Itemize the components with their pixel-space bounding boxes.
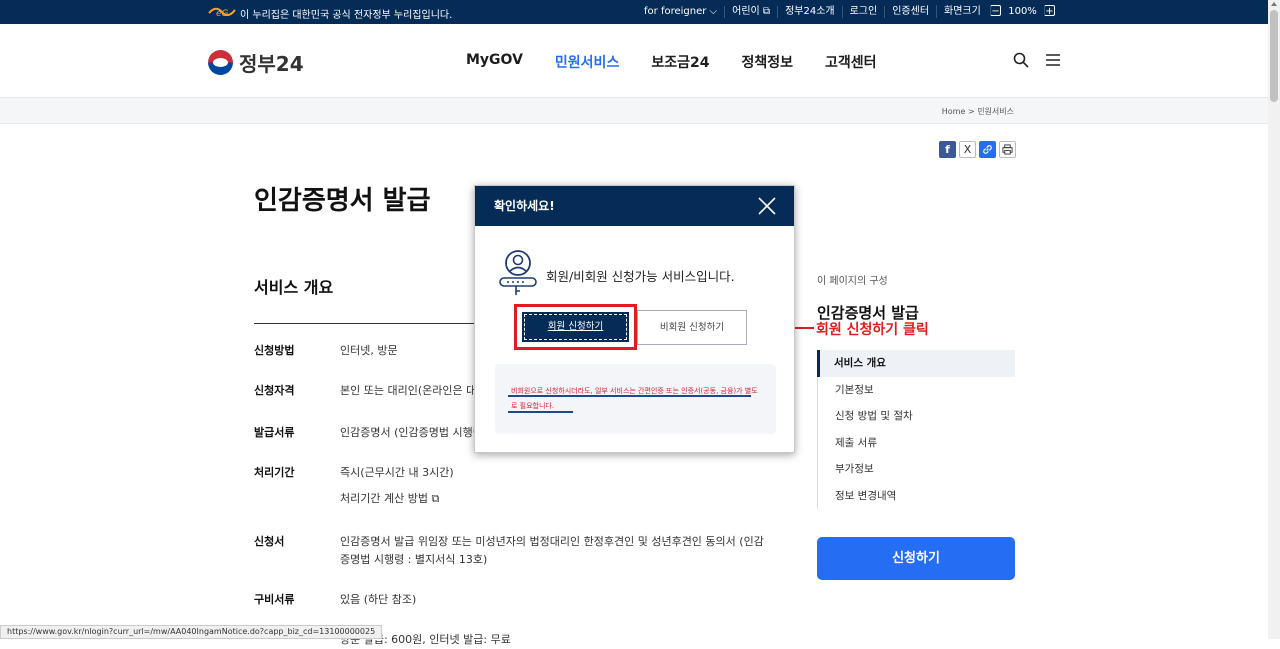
- logo-text: 정부24: [239, 52, 304, 76]
- member-user-icon: [499, 250, 537, 295]
- government-notice-bar: eG 이 누리집은 대한민국 공식 전자정부 누리집입니다. for forei…: [0, 0, 1280, 24]
- toc-item-documents[interactable]: 제출 서류: [818, 430, 1015, 457]
- note-underline: [508, 395, 751, 397]
- info-label: 신청서: [254, 535, 285, 548]
- modal-title: 확인하세요!: [494, 199, 555, 213]
- link-about[interactable]: 정부24소개: [777, 5, 842, 18]
- site-header: 정부24 MyGOV 민원서비스 보조금24 정책정보 고객센터: [0, 24, 1268, 98]
- info-value: 인감증명서 발급 위임장 또는 미성년자의 법정대리인 한정후견인 및 성년후견…: [340, 535, 764, 566]
- modal-header: 확인하세요!: [475, 186, 794, 226]
- toc-item-additional[interactable]: 부가정보: [818, 456, 1015, 483]
- toc-item-change-history[interactable]: 정보 변경내역: [818, 483, 1015, 510]
- member-apply-button[interactable]: 회원 신청하기: [522, 312, 629, 342]
- modal-note-box: 비회원으로 신청하시더라도, 일부 서비스는 간편인증 또는 인증서(공동, 금…: [495, 364, 776, 434]
- link-login[interactable]: 로그인: [841, 5, 885, 18]
- modal-note-text: 비회원으로 신청하시더라도, 일부 서비스는 간편인증 또는 인증서(공동, 금…: [511, 387, 758, 410]
- info-label: 구비서류: [254, 593, 295, 606]
- nonmember-apply-button[interactable]: 비회원 신청하기: [637, 310, 747, 345]
- modal-message: 회원/비회원 신청가능 서비스입니다.: [546, 269, 735, 284]
- zoom-in-button[interactable]: +: [1044, 5, 1055, 17]
- toc-caption: 이 페이지의 구성: [817, 276, 888, 287]
- breadcrumb-current[interactable]: 민원서비스: [977, 107, 1014, 116]
- breadcrumb-separator: >: [967, 107, 975, 116]
- link-children[interactable]: 어린이 ⧉: [724, 5, 777, 18]
- info-label: 신청방법: [254, 344, 295, 357]
- toc-item-basic-info[interactable]: 기본정보: [818, 377, 1015, 404]
- official-notice-text: 이 누리집은 대한민국 공식 전자정부 누리집입니다.: [240, 10, 453, 21]
- x-share-icon[interactable]: X: [959, 141, 976, 158]
- scroll-up-icon[interactable]: [1271, 2, 1277, 6]
- browser-status-url: https://www.gov.kr/nlogin?curr_url=/mw/A…: [0, 625, 383, 639]
- info-value: 방문 발급: 600원, 인터넷 발급: 무료: [340, 633, 511, 646]
- zoom-value: 100%: [1008, 6, 1037, 17]
- nav-civil-service[interactable]: 민원서비스: [555, 52, 619, 72]
- print-icon[interactable]: [999, 141, 1016, 158]
- nav-subsidy[interactable]: 보조금24: [651, 52, 709, 72]
- facebook-share-icon[interactable]: f: [939, 141, 956, 158]
- zoom-control: 화면크기 − 100% +: [936, 5, 1064, 18]
- zoom-out-button[interactable]: −: [990, 5, 1002, 17]
- egov-logo-icon: eG: [208, 7, 236, 18]
- gov24-logo[interactable]: 정부24: [208, 48, 304, 77]
- share-toolbar: f X: [939, 141, 1016, 158]
- breadcrumb-home[interactable]: Home: [942, 107, 966, 116]
- taegeuk-icon: [208, 50, 233, 75]
- breadcrumb-bar: Home > 민원서비스: [0, 98, 1268, 124]
- processing-time-calc-link[interactable]: 처리기간 계산 방법 ⧉: [340, 490, 770, 508]
- page-scrollbar[interactable]: [1268, 0, 1280, 639]
- confirm-modal: 확인하세요! 회원/비회원 신청가능 서비스입니다. 회원 신청하기 비회원 신…: [474, 185, 795, 453]
- toc-item-procedure[interactable]: 신청 방법 및 절차: [818, 403, 1015, 430]
- hamburger-menu-icon[interactable]: [1045, 54, 1061, 66]
- close-icon[interactable]: [758, 197, 776, 215]
- page-title: 인감증명서 발급: [254, 186, 431, 216]
- toc-list: 서비스 개요 기본정보 신청 방법 및 절차 제출 서류 부가정보 정보 변경내…: [817, 350, 1015, 509]
- utility-links: for foreigner ⌵ 어린이 ⧉ 정부24소개 로그인 인증센터 화면…: [637, 5, 1064, 18]
- member-button-highlight: 회원 신청하기: [514, 304, 637, 350]
- scrollbar-thumb[interactable]: [1270, 10, 1278, 102]
- info-value: 있음 (하단 참조): [340, 593, 417, 606]
- copy-icon: ⧉: [431, 492, 440, 505]
- info-label: 발급서류: [254, 426, 295, 439]
- info-label: 처리기간: [254, 466, 295, 479]
- egov-logo-text: eG: [216, 9, 229, 18]
- info-label: 신청자격: [254, 384, 295, 397]
- link-cert-center[interactable]: 인증센터: [884, 5, 936, 18]
- nav-mygov[interactable]: MyGOV: [466, 52, 523, 72]
- search-icon[interactable]: [1013, 52, 1029, 68]
- toc-item-overview[interactable]: 서비스 개요: [817, 350, 1015, 377]
- annotation-text: 회원 신청하기 클릭: [816, 322, 929, 338]
- nav-policy[interactable]: 정책정보: [741, 52, 793, 72]
- zoom-label: 화면크기: [944, 6, 981, 17]
- note-underline: [508, 411, 573, 413]
- section-title-overview: 서비스 개요: [254, 278, 334, 297]
- breadcrumb: Home > 민원서비스: [942, 106, 1014, 117]
- main-nav: MyGOV 민원서비스 보조금24 정책정보 고객센터: [466, 52, 877, 72]
- nav-customer-center[interactable]: 고객센터: [825, 52, 877, 72]
- link-for-foreigner[interactable]: for foreigner ⌵: [637, 6, 724, 18]
- apply-button[interactable]: 신청하기: [817, 537, 1015, 580]
- copy-link-icon[interactable]: [979, 141, 996, 158]
- info-value: 즉시(근무시간 내 3시간): [340, 466, 454, 479]
